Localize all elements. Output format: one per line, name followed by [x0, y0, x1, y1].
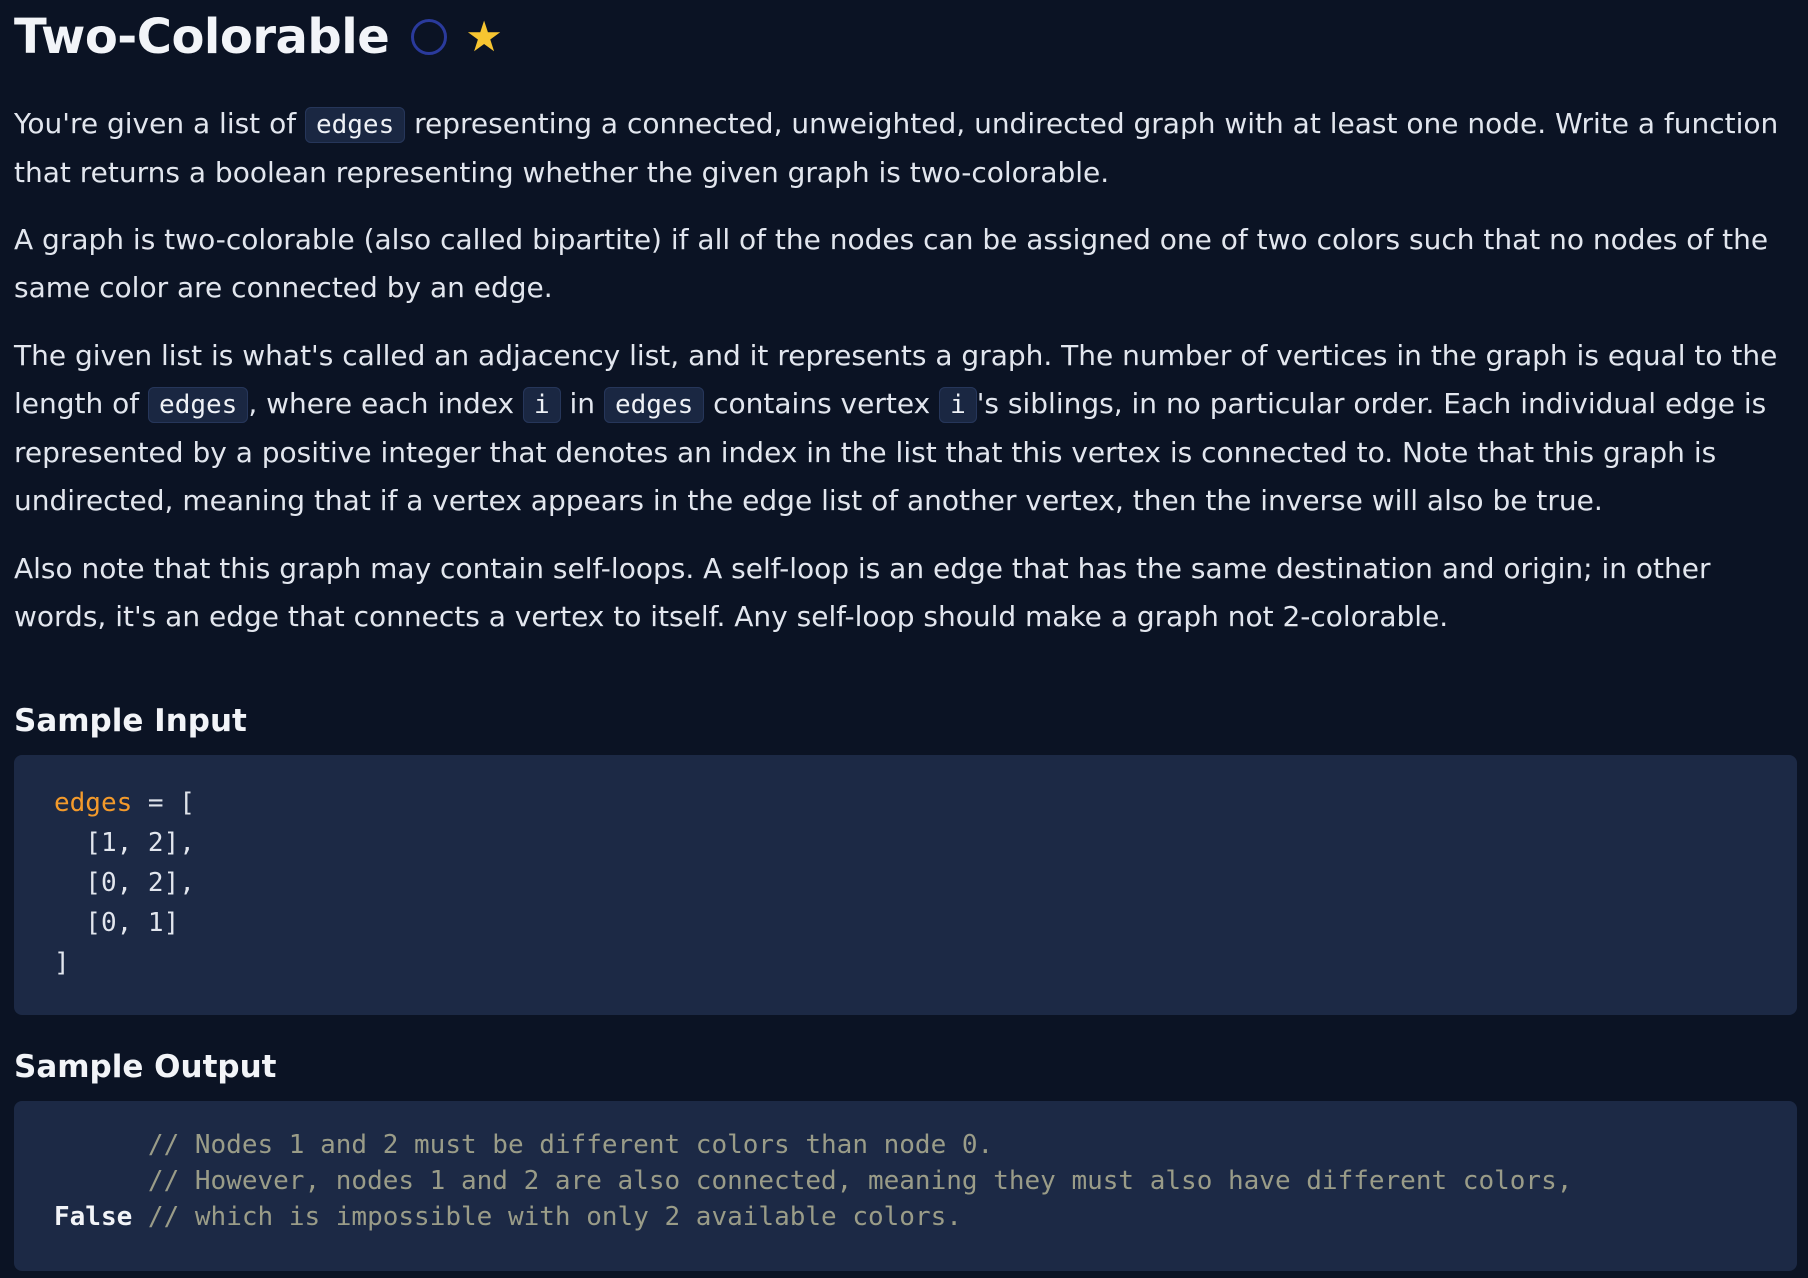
sample-input-heading: Sample Input [14, 703, 247, 739]
code-assign: = [ [132, 788, 195, 818]
code-line: [0, 2], [54, 868, 195, 898]
code-line: edges = [ [54, 783, 1757, 823]
problem-title: Two-Colorable [14, 9, 390, 65]
text-segment: , where each index [248, 387, 523, 420]
code-line: False // which is impossible with only 2… [54, 1199, 1757, 1235]
code-line: [1, 2], [54, 828, 195, 858]
inline-code-edges: edges [603, 387, 705, 423]
code-variable: edges [54, 788, 133, 818]
code-comment: // which is impossible with only 2 avail… [132, 1202, 962, 1232]
code-line: ] [54, 948, 70, 978]
inline-code-i: i [522, 387, 561, 423]
description-paragraph-4: Also note that this graph may contain se… [14, 552, 1711, 633]
text-segment: contains vertex [704, 387, 940, 420]
inline-code-edges: edges [148, 387, 249, 423]
problem-page: Two-Colorable ★ You're given a list of e… [0, 0, 1808, 1278]
description-paragraph-1: You're given a list of edges representin… [14, 100, 1794, 197]
code-comment: // Nodes 1 and 2 must be different color… [54, 1130, 994, 1160]
code-comment: // However, nodes 1 and 2 are also conne… [54, 1166, 1573, 1196]
circle-outline-icon[interactable] [411, 19, 448, 55]
sample-input-code-block[interactable]: edges = [ [1, 2], [0, 2], [0, 1] ] [14, 755, 1797, 1015]
inline-code-edges: edges [304, 107, 406, 143]
output-value: False [54, 1202, 133, 1232]
text-segment: You're given a list of [14, 107, 305, 140]
star-icon[interactable]: ★ [465, 16, 503, 58]
description-paragraph-3: The given list is what's called an adjac… [14, 332, 1794, 525]
sample-output-code-block[interactable]: // Nodes 1 and 2 must be different color… [14, 1101, 1797, 1271]
inline-code-i: i [939, 387, 977, 423]
title-row: Two-Colorable ★ [14, 0, 1794, 74]
sample-output-heading: Sample Output [14, 1049, 277, 1085]
code-line: [0, 1] [54, 908, 180, 938]
text-segment: in [560, 387, 604, 420]
description-paragraph-2: A graph is two-colorable (also called bi… [14, 223, 1769, 304]
